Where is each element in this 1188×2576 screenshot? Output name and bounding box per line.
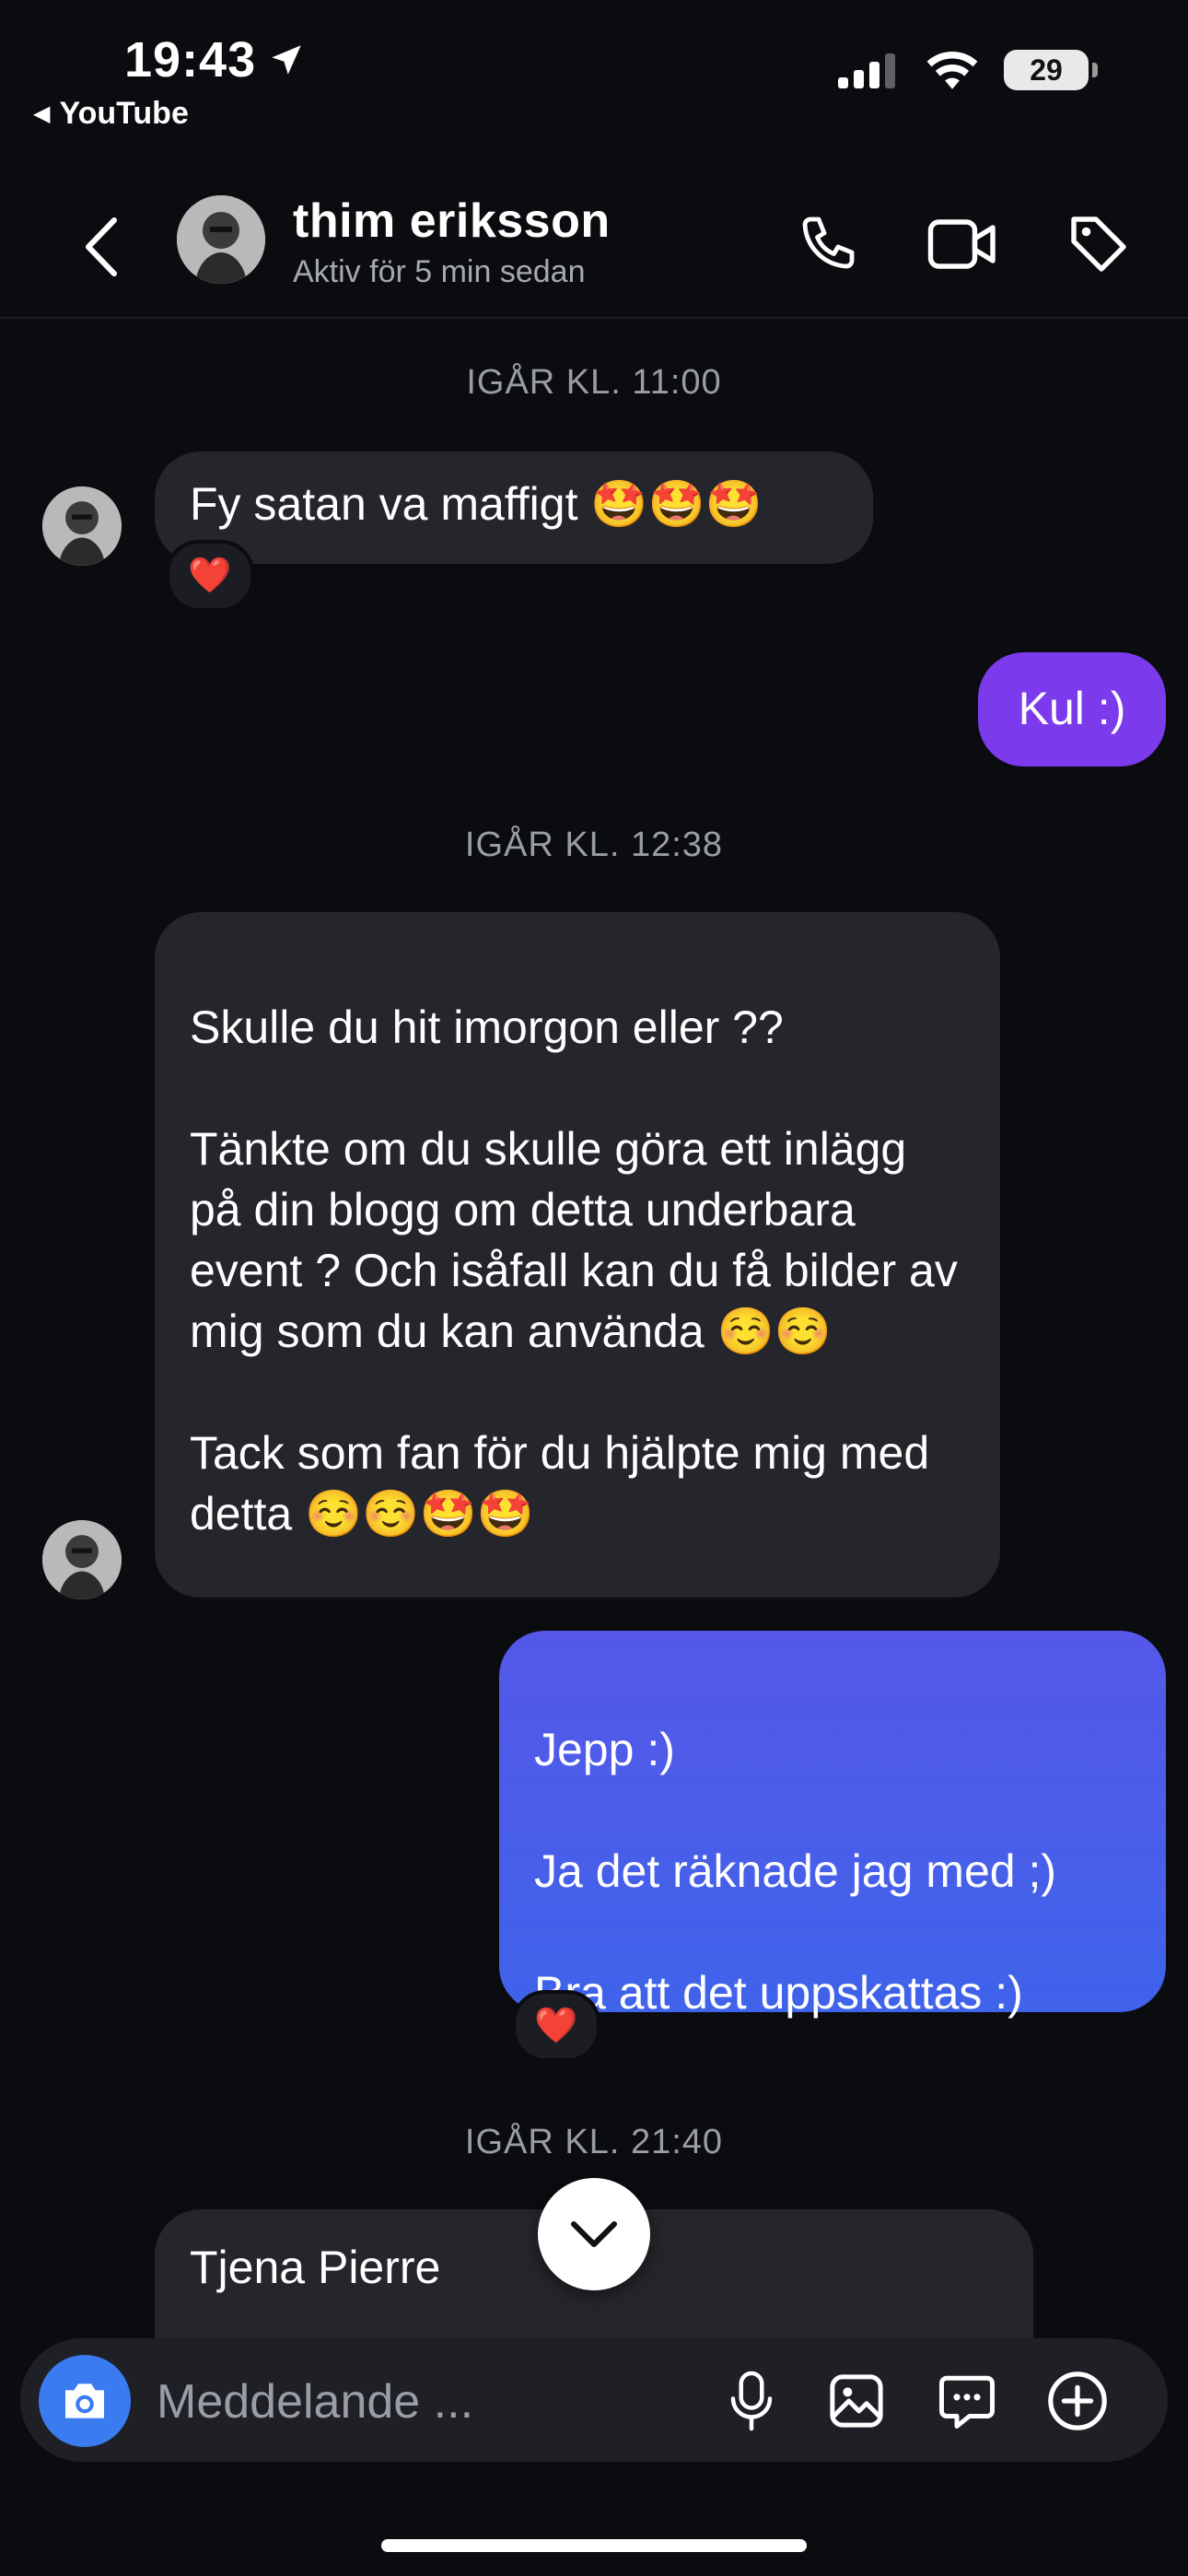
date-separator: IGÅR KL. 12:38 — [464, 825, 724, 864]
location-arrow-icon — [272, 45, 301, 75]
contact-avatar[interactable] — [177, 195, 265, 284]
reaction-badge[interactable]: ❤️ — [512, 1990, 600, 2062]
call-button[interactable] — [788, 203, 871, 286]
sender-avatar[interactable] — [42, 1520, 122, 1599]
microphone-icon — [730, 2371, 773, 2431]
avatar-image — [42, 1520, 122, 1599]
phone-icon — [802, 217, 855, 269]
back-to-app[interactable]: ◀ YouTube — [33, 96, 189, 132]
battery-indicator: 29 — [1004, 50, 1098, 90]
message-bubble-outgoing[interactable]: Jepp :) Ja det räknade jag med ;) Bra at… — [499, 1631, 1166, 2019]
back-button[interactable] — [74, 210, 129, 284]
message-bubble-incoming[interactable]: Skulle du hit imorgon eller ?? Tänkte om… — [155, 912, 1000, 1598]
chevron-down-icon — [571, 2221, 617, 2247]
message-text: Tjena Pierre — [190, 2242, 441, 2293]
more-button[interactable] — [1035, 2359, 1120, 2443]
avatar-image — [177, 195, 265, 284]
gallery-button[interactable] — [814, 2359, 899, 2443]
home-indicator — [381, 2539, 807, 2552]
status-indicators: 29 — [838, 50, 1098, 90]
message-bubble-incoming[interactable]: Fy satan va maffigt 🤩🤩🤩 — [155, 451, 873, 564]
contact-status: Aktiv för 5 min sedan — [293, 254, 586, 289]
heart-reaction: ❤️ — [534, 2007, 578, 2045]
date-separator: IGÅR KL. 21:40 — [464, 2123, 724, 2161]
avatar-image — [42, 486, 122, 566]
message-bubble-outgoing[interactable]: Kul :) — [978, 652, 1166, 767]
camera-icon — [65, 2383, 104, 2418]
message-text: Skulle du hit imorgon eller ?? Tänkte om… — [190, 1001, 958, 1540]
back-chevron-icon — [86, 217, 117, 276]
heart-reaction: ❤️ — [188, 556, 232, 595]
signal-icon — [838, 53, 895, 88]
status-time-text: 19:43 — [124, 32, 257, 88]
status-time: 19:43 — [124, 31, 306, 88]
date-separator: IGÅR KL. 11:00 — [466, 363, 722, 402]
battery-level: 29 — [1030, 53, 1063, 87]
camera-button[interactable] — [39, 2355, 131, 2447]
sticker-chat-icon — [939, 2375, 995, 2429]
message-text: Fy satan va maffigt 🤩🤩🤩 — [190, 478, 763, 530]
sticker-button[interactable] — [925, 2359, 1009, 2443]
message-input[interactable] — [155, 2364, 693, 2440]
back-app-label: YouTube — [59, 96, 189, 131]
video-icon — [927, 219, 996, 269]
message-text: Kul :) — [1018, 683, 1126, 734]
scroll-to-bottom-button[interactable] — [538, 2178, 650, 2290]
wifi-icon — [926, 51, 978, 89]
image-icon — [830, 2374, 883, 2428]
back-triangle-icon: ◀ — [33, 101, 51, 126]
reaction-badge[interactable]: ❤️ — [166, 540, 254, 612]
video-call-button[interactable] — [921, 203, 1004, 286]
message-text: Jepp :) Ja det räknade jag med ;) Bra at… — [534, 1724, 1056, 2019]
tag-icon — [1071, 217, 1126, 272]
microphone-button[interactable] — [709, 2359, 794, 2443]
contact-name[interactable]: thim eriksson — [293, 193, 611, 249]
plus-circle-icon — [1048, 2371, 1107, 2430]
sender-avatar[interactable] — [42, 486, 122, 566]
tag-button[interactable] — [1057, 203, 1140, 286]
